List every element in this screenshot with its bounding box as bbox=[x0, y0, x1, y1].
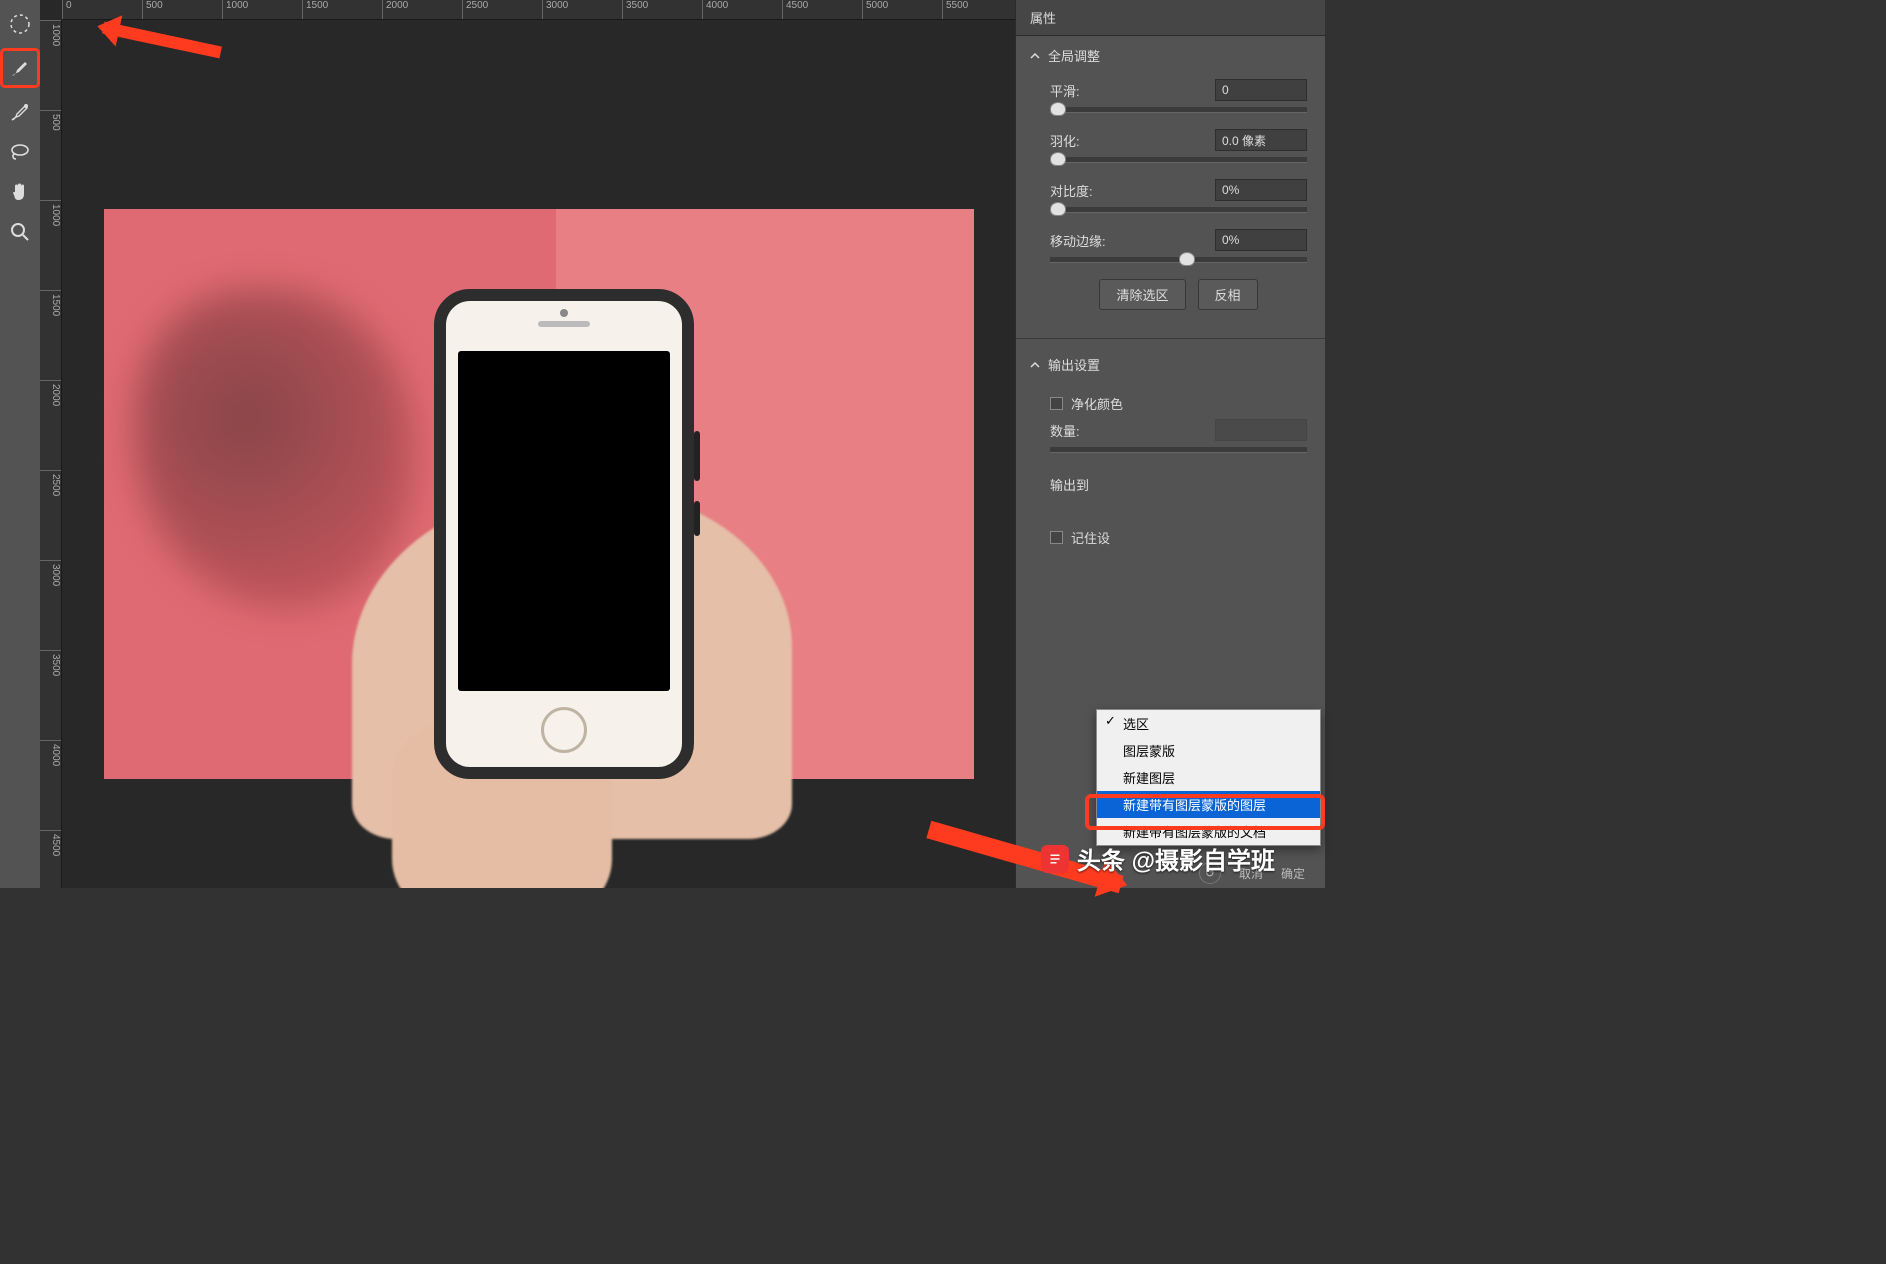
feather-input[interactable] bbox=[1215, 129, 1307, 151]
hand-tool[interactable] bbox=[4, 176, 36, 208]
ruler-tick: 5500 bbox=[942, 0, 1015, 19]
ruler-horizontal: 0500100015002000250030003500400045005000… bbox=[62, 0, 1015, 20]
brush-icon bbox=[8, 56, 32, 80]
ruler-tick: 4500 bbox=[782, 0, 862, 19]
marquee-icon bbox=[8, 12, 32, 36]
lasso-tool[interactable] bbox=[4, 136, 36, 168]
ruler-tick: 2500 bbox=[462, 0, 542, 19]
output-settings-header[interactable]: 输出设置 bbox=[1016, 345, 1325, 384]
remember-settings-label: 记住设 bbox=[1071, 528, 1110, 547]
spot-brush-icon bbox=[8, 100, 32, 124]
leaf-shadow bbox=[134, 289, 414, 609]
marquee-tool[interactable] bbox=[4, 8, 36, 40]
watermark: 头条 @摄影自学班 bbox=[1041, 841, 1275, 876]
output-settings-label: 输出设置 bbox=[1048, 355, 1100, 374]
smooth-label: 平滑: bbox=[1050, 81, 1215, 100]
contrast-label: 对比度: bbox=[1050, 181, 1215, 200]
feather-label: 羽化: bbox=[1050, 131, 1215, 150]
spot-brush-tool[interactable] bbox=[4, 96, 36, 128]
output-to-dropdown[interactable]: 选区图层蒙版新建图层新建带有图层蒙版的图层新建带有图层蒙版的文档 bbox=[1096, 709, 1321, 846]
chevron-down-icon bbox=[1030, 51, 1040, 61]
ruler-tick: 1000 bbox=[40, 200, 61, 290]
feather-slider[interactable] bbox=[1050, 157, 1307, 163]
smooth-input[interactable] bbox=[1215, 79, 1307, 101]
ruler-tick: 1000 bbox=[40, 20, 61, 110]
ruler-tick: 3500 bbox=[622, 0, 702, 19]
ruler-tick: 4000 bbox=[702, 0, 782, 19]
panel-title[interactable]: 属性 bbox=[1016, 0, 1325, 36]
purify-colors-checkbox[interactable] bbox=[1050, 397, 1063, 410]
global-adjust-header[interactable]: 全局调整 bbox=[1016, 36, 1325, 75]
document-image bbox=[104, 209, 974, 779]
dropdown-item[interactable]: 新建图层 bbox=[1097, 764, 1320, 791]
ruler-tick: 1000 bbox=[222, 0, 302, 19]
dropdown-item[interactable]: 图层蒙版 bbox=[1097, 737, 1320, 764]
shift-edge-slider[interactable] bbox=[1050, 257, 1307, 263]
zoom-tool[interactable] bbox=[4, 216, 36, 248]
ruler-tick: 3000 bbox=[542, 0, 622, 19]
contrast-slider[interactable] bbox=[1050, 207, 1307, 213]
ruler-tick: 2500 bbox=[40, 470, 61, 560]
ruler-tick: 500 bbox=[40, 110, 61, 200]
ok-button[interactable]: 确定 bbox=[1281, 865, 1305, 882]
properties-panel: 属性 全局调整 平滑: 羽化: 对比度: 移动边缘: bbox=[1015, 0, 1325, 888]
canvas-area: 0500100015002000250030003500400045005000… bbox=[40, 0, 1015, 888]
output-to-label: 输出到 bbox=[1050, 475, 1089, 494]
global-adjust-label: 全局调整 bbox=[1048, 46, 1100, 65]
tools-sidebar bbox=[0, 0, 40, 888]
amount-input bbox=[1215, 419, 1307, 441]
contrast-input[interactable] bbox=[1215, 179, 1307, 201]
ruler-tick: 1500 bbox=[40, 290, 61, 380]
watermark-text: 头条 @摄影自学班 bbox=[1077, 841, 1275, 876]
remember-settings-checkbox[interactable] bbox=[1050, 531, 1063, 544]
ruler-tick: 3500 bbox=[40, 650, 61, 740]
clear-selection-button[interactable]: 清除选区 bbox=[1099, 279, 1185, 310]
ruler-tick: 4000 bbox=[40, 740, 61, 830]
amount-slider bbox=[1050, 447, 1307, 453]
toutiao-logo-icon bbox=[1041, 845, 1069, 873]
brush-tool-highlighted[interactable] bbox=[0, 48, 40, 88]
ruler-tick: 1500 bbox=[302, 0, 382, 19]
phone-graphic bbox=[434, 289, 694, 779]
shift-edge-input[interactable] bbox=[1215, 229, 1307, 251]
lasso-icon bbox=[8, 140, 32, 164]
ruler-tick: 2000 bbox=[40, 380, 61, 470]
amount-label: 数量: bbox=[1050, 421, 1215, 440]
hand-icon bbox=[8, 180, 32, 204]
ruler-tick: 500 bbox=[142, 0, 222, 19]
dropdown-item[interactable]: 新建带有图层蒙版的图层 bbox=[1097, 791, 1320, 818]
ruler-tick: 5000 bbox=[862, 0, 942, 19]
ruler-vertical: 100050010001500200025003000350040004500 bbox=[40, 20, 62, 888]
invert-button[interactable]: 反相 bbox=[1198, 279, 1258, 310]
shift-edge-label: 移动边缘: bbox=[1050, 231, 1215, 250]
ruler-tick: 3000 bbox=[40, 560, 61, 650]
dropdown-item[interactable]: 选区 bbox=[1097, 710, 1320, 737]
zoom-icon bbox=[8, 220, 32, 244]
canvas-viewport[interactable] bbox=[62, 20, 1015, 888]
chevron-down-icon bbox=[1030, 360, 1040, 370]
smooth-slider[interactable] bbox=[1050, 107, 1307, 113]
ruler-tick: 2000 bbox=[382, 0, 462, 19]
purify-colors-label: 净化颜色 bbox=[1071, 394, 1123, 413]
ruler-tick: 4500 bbox=[40, 830, 61, 920]
